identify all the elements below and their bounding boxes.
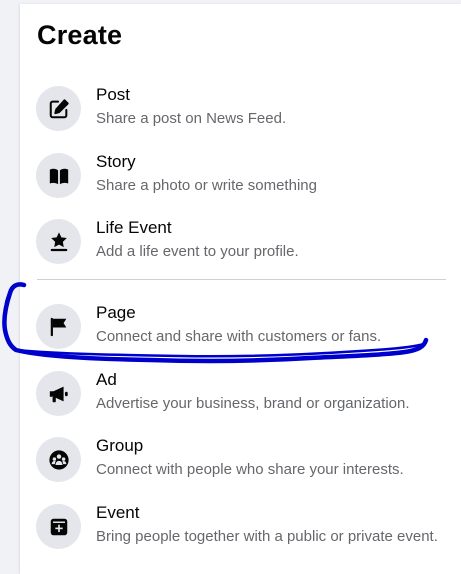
- calendar-plus-icon: [36, 504, 81, 549]
- create-event-item[interactable]: Event Bring people together with a publi…: [36, 502, 456, 562]
- item-description: Connect with people who share your inter…: [96, 461, 404, 478]
- megaphone-icon: [36, 371, 81, 416]
- flag-icon: [36, 304, 81, 349]
- item-label: Page: [96, 303, 136, 322]
- page-title: Create: [37, 20, 123, 50]
- book-icon: [36, 153, 81, 198]
- item-label: Post: [96, 85, 131, 104]
- item-description: Share a post on News Feed.: [96, 110, 287, 127]
- create-group-item[interactable]: Group Connect with people who share your…: [36, 435, 456, 495]
- edit-icon: [36, 86, 81, 131]
- item-description: Bring people together with a public or p…: [96, 528, 438, 545]
- item-label: Group: [96, 436, 144, 455]
- item-label: Ad: [96, 370, 117, 389]
- item-label: Event: [96, 503, 140, 522]
- item-description: Share a photo or write something: [96, 177, 317, 194]
- item-label: Story: [96, 152, 136, 171]
- section-divider: [37, 279, 446, 280]
- create-ad-item[interactable]: Ad Advertise your business, brand or org…: [36, 369, 456, 429]
- create-story-item[interactable]: Story Share a photo or write something: [36, 151, 456, 211]
- item-label: Life Event: [96, 218, 172, 237]
- item-description: Connect and share with customers or fans…: [96, 328, 382, 345]
- item-description: Advertise your business, brand or organi…: [96, 395, 410, 412]
- create-post-item[interactable]: Post Share a post on News Feed.: [36, 84, 456, 144]
- item-description: Add a life event to your profile.: [96, 243, 299, 260]
- star-icon: [36, 219, 81, 264]
- create-life-event-item[interactable]: Life Event Add a life event to your prof…: [36, 217, 456, 277]
- create-page-item[interactable]: Page Connect and share with customers or…: [36, 302, 456, 362]
- group-icon: [36, 437, 81, 482]
- create-menu-panel: Create Post Share a post on News Feed. S…: [20, 4, 461, 574]
